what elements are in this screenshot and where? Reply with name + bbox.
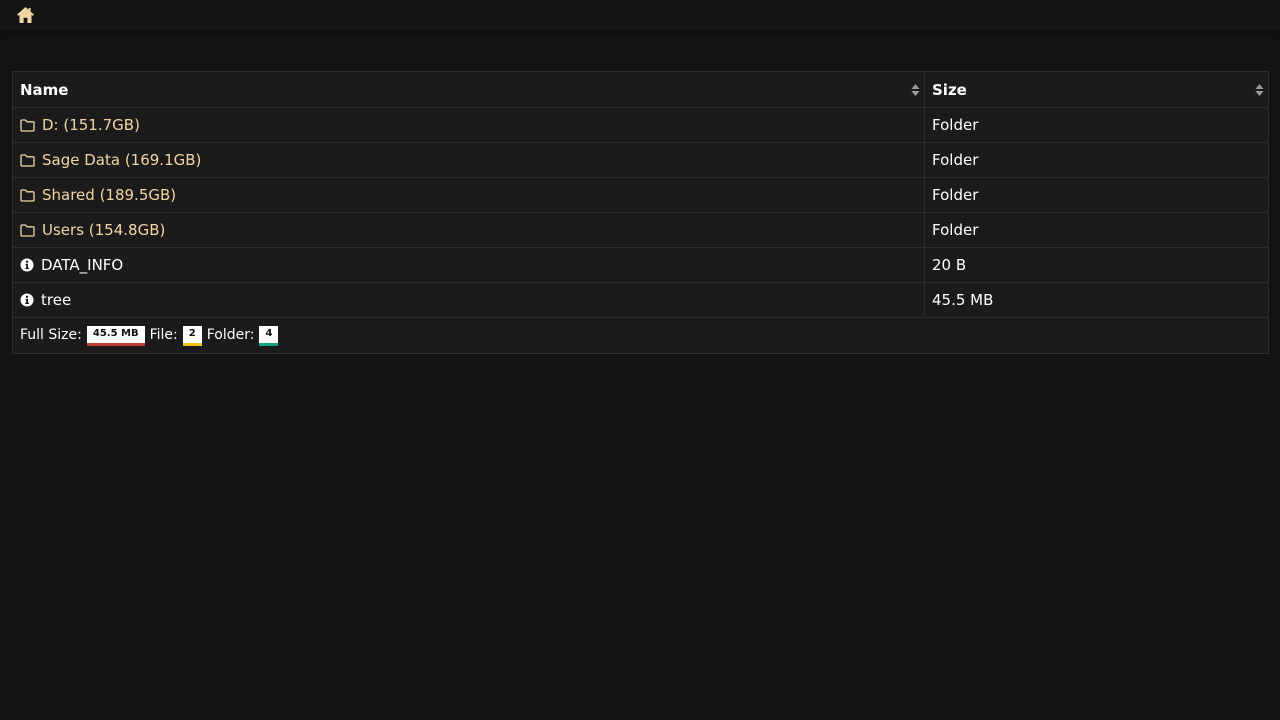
folder-icon: [20, 118, 35, 132]
summary-cell: Full Size: 45.5 MB File: 2 Folder: 4: [12, 317, 1269, 354]
size-value: 45.5 MB: [932, 291, 994, 309]
sort-icon: [1255, 84, 1264, 96]
file-link[interactable]: tree: [41, 291, 71, 309]
folder-link[interactable]: D: (151.7GB): [42, 116, 140, 134]
folder-icon: [20, 153, 35, 167]
table-row: tree 45.5 MB: [12, 282, 1269, 318]
folder-link[interactable]: Sage Data (169.1GB): [42, 151, 201, 169]
info-icon: [20, 258, 34, 272]
file-link[interactable]: DATA_INFO: [41, 256, 123, 274]
folder-icon: [20, 188, 35, 202]
table-row: DATA_INFO 20 B: [12, 247, 1269, 283]
size-value: Folder: [932, 221, 979, 239]
table-row: D: (151.7GB) Folder: [12, 107, 1269, 143]
size-cell: Folder: [924, 212, 1269, 248]
table-row: Shared (189.5GB) Folder: [12, 177, 1269, 213]
full-size-label: Full Size:: [20, 326, 82, 343]
full-size-badge: 45.5 MB: [86, 325, 145, 346]
size-cell: 20 B: [924, 247, 1269, 283]
folder-link[interactable]: Users (154.8GB): [42, 221, 165, 239]
folder-icon: [20, 223, 35, 237]
size-value: Folder: [932, 116, 979, 134]
size-value: Folder: [932, 186, 979, 204]
summary-row: Full Size: 45.5 MB File: 2 Folder: 4: [12, 317, 1269, 354]
size-cell: 45.5 MB: [924, 282, 1269, 318]
size-value: 20 B: [932, 256, 967, 274]
table-row: Sage Data (169.1GB) Folder: [12, 142, 1269, 178]
name-cell: Shared (189.5GB): [12, 177, 925, 213]
home-button[interactable]: [16, 6, 35, 24]
file-count-label: File:: [149, 326, 178, 343]
size-cell: Folder: [924, 177, 1269, 213]
file-table: Name Size D: (151.7GB) Folder Sage Data …: [12, 71, 1269, 354]
folder-count-label: Folder:: [206, 326, 255, 343]
name-cell: Sage Data (169.1GB): [12, 142, 925, 178]
name-cell: DATA_INFO: [12, 247, 925, 283]
table-header-row: Name Size: [12, 71, 1269, 108]
size-column-label: Size: [932, 80, 967, 99]
name-column-header[interactable]: Name: [12, 71, 925, 108]
name-column-label: Name: [20, 80, 69, 99]
size-column-header[interactable]: Size: [924, 71, 1269, 108]
name-cell: D: (151.7GB): [12, 107, 925, 143]
table-row: Users (154.8GB) Folder: [12, 212, 1269, 248]
folder-link[interactable]: Shared (189.5GB): [42, 186, 176, 204]
info-icon: [20, 293, 34, 307]
sort-icon: [911, 84, 920, 96]
size-value: Folder: [932, 151, 979, 169]
name-cell: tree: [12, 282, 925, 318]
folder-count-badge: 4: [259, 325, 279, 346]
size-cell: Folder: [924, 107, 1269, 143]
file-count-badge: 2: [182, 325, 202, 346]
size-cell: Folder: [924, 142, 1269, 178]
name-cell: Users (154.8GB): [12, 212, 925, 248]
top-bar: [0, 0, 1280, 30]
file-listing: Name Size D: (151.7GB) Folder Sage Data …: [12, 71, 1269, 354]
home-icon: [17, 7, 34, 23]
